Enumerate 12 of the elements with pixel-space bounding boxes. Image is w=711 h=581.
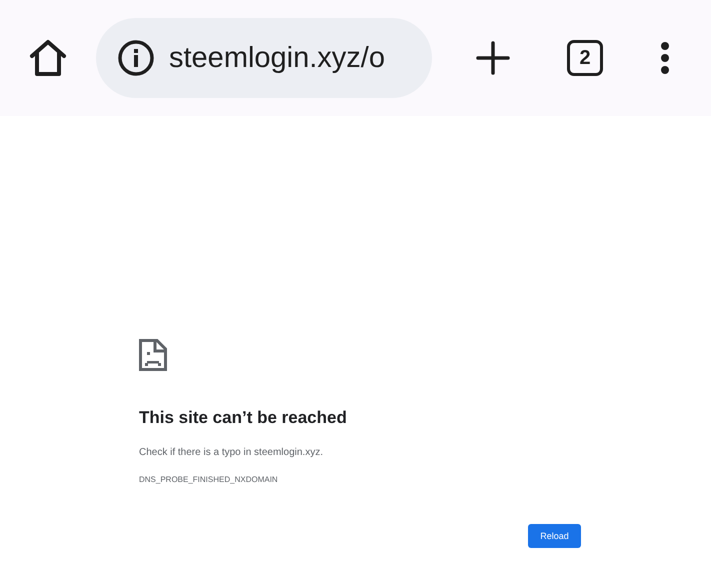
error-code: DNS_PROBE_FINISHED_NXDOMAIN (139, 475, 279, 484)
menu-icon[interactable] (660, 41, 670, 75)
home-icon[interactable] (29, 39, 67, 77)
new-tab-icon[interactable] (476, 41, 510, 75)
error-message: Check if there is a typo in steemlogin.xyz. (139, 447, 324, 458)
error-title: This site can’t be reached (139, 408, 348, 428)
address-bar[interactable]: steemlogin.xyz/o (96, 18, 432, 98)
tab-count-button[interactable]: 2 (567, 40, 603, 76)
reload-button[interactable]: Reload (528, 524, 581, 548)
info-icon[interactable] (118, 40, 154, 76)
url-text: steemlogin.xyz/o (169, 42, 385, 74)
sad-page-icon (139, 339, 167, 371)
